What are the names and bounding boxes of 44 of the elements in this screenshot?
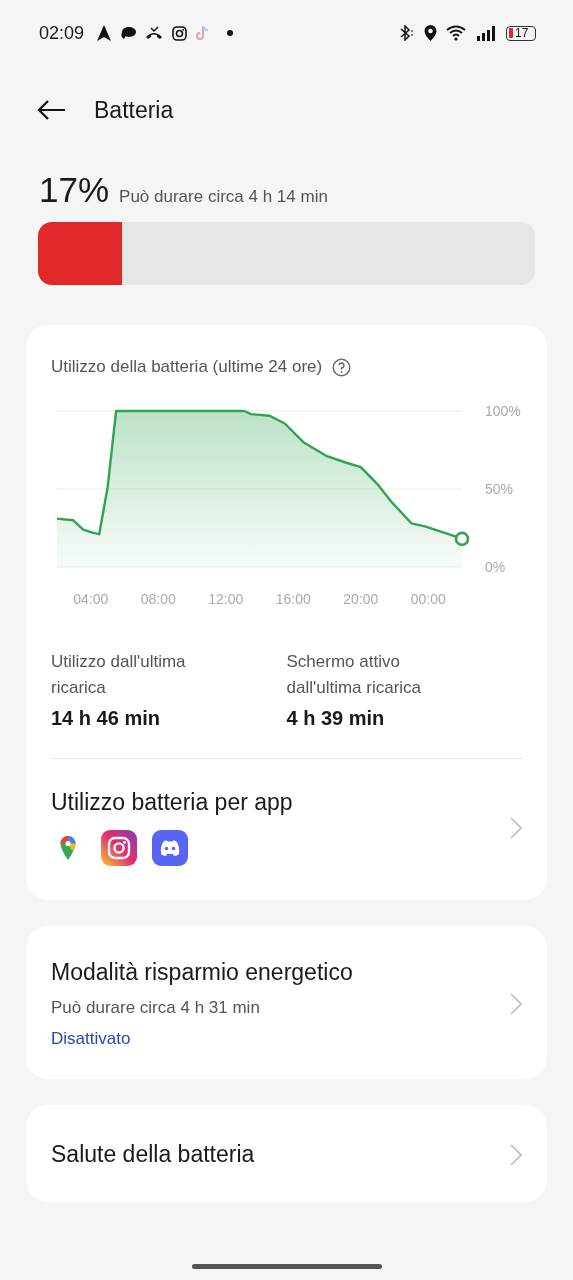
y-axis-label: 0% [485, 559, 506, 575]
stat-label: Schermo attivo dall'ultima ricarica [286, 651, 423, 699]
stat-value: 14 h 46 min [51, 707, 161, 730]
wifi-icon [446, 25, 468, 41]
home-indicator[interactable] [192, 1264, 382, 1269]
x-axis-label: 04:00 [73, 591, 109, 607]
navigation-arrow-icon [97, 25, 112, 41]
power-saving-status: Disattivato [51, 1029, 132, 1049]
location-pin-icon [424, 25, 437, 41]
stat-label: Utilizzo dall'ultima ricarica [51, 651, 187, 699]
y-axis-label: 100% [485, 403, 521, 419]
remaining-time-estimate: Può durare circa 4 h 14 min [119, 187, 328, 207]
y-axis-label: 50% [485, 481, 514, 497]
chevron-right-icon[interactable] [510, 993, 522, 1015]
dot-icon [227, 30, 234, 36]
stat-value: 4 h 39 min [286, 707, 386, 730]
music-note-icon [196, 25, 211, 41]
signal-bars-icon [477, 25, 497, 41]
camera-icon [172, 25, 188, 41]
per-app-usage-title[interactable]: Utilizzo batteria per app [51, 789, 510, 816]
x-axis-label: 16:00 [275, 591, 311, 607]
battery-health-title[interactable]: Salute della batteria [51, 1141, 255, 1168]
missed-call-icon [145, 26, 164, 40]
chat-bubble-icon [120, 26, 137, 40]
battery-percentage: 17% [39, 170, 110, 210]
chevron-right-icon[interactable] [510, 1143, 522, 1166]
x-axis-label: 08:00 [140, 591, 176, 607]
page-title: Batteria [94, 96, 174, 124]
x-axis-label: 00:00 [410, 591, 446, 607]
x-axis-label: 12:00 [208, 591, 244, 607]
battery-indicator: 17 [506, 25, 536, 41]
chart-title: Utilizzo della batteria (ultime 24 ore) [51, 357, 323, 377]
x-axis-label: 20:00 [343, 591, 379, 607]
clock: 02:09 [39, 22, 85, 44]
power-saving-estimate: Può durare circa 4 h 31 min [51, 998, 261, 1018]
back-arrow-icon[interactable] [37, 100, 67, 120]
camera-app-icon [101, 830, 137, 866]
game-controller-app-icon [152, 830, 188, 866]
current-point-marker [454, 531, 470, 547]
battery-level-icon [509, 28, 513, 38]
chevron-right-icon[interactable] [510, 816, 522, 839]
power-saving-mode-title[interactable]: Modalità risparmio energetico [51, 959, 510, 986]
help-icon[interactable] [332, 357, 352, 377]
bluetooth-icon [399, 25, 415, 41]
